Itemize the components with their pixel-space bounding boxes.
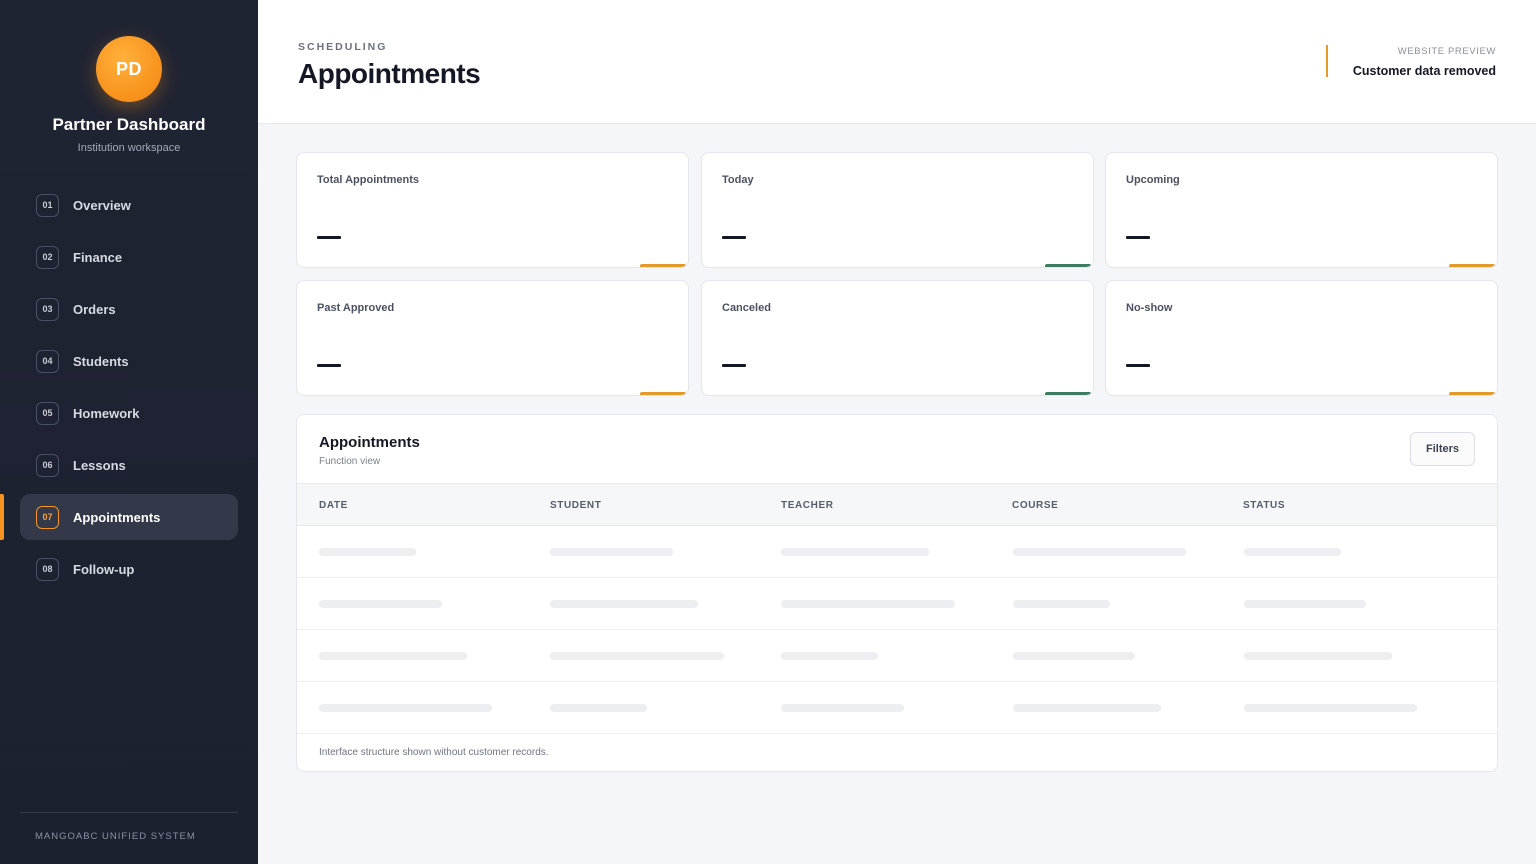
sidebar-item-lessons[interactable]: 06 Lessons: [20, 442, 238, 488]
sidebar-item-orders[interactable]: 03 Orders: [20, 286, 238, 332]
column-header-status[interactable]: STATUS: [1243, 500, 1285, 511]
skeleton-cell: [1244, 548, 1341, 556]
filters-button[interactable]: Filters: [1410, 432, 1475, 466]
sidebar: PD Partner Dashboard Institution workspa…: [0, 0, 258, 864]
skeleton-cell: [781, 704, 904, 712]
skeleton-cell: [319, 600, 442, 608]
sidebar-item-label: Orders: [73, 301, 116, 317]
skeleton-cell: [319, 548, 416, 556]
stat-label: No-show: [1126, 302, 1173, 314]
table-row: [297, 526, 1497, 578]
skeleton-cell: [319, 652, 467, 660]
skeleton-cell: [550, 652, 724, 660]
sidebar-item-number: 01: [36, 193, 59, 217]
table-row: [297, 682, 1497, 734]
sidebar-item-homework[interactable]: 05 Homework: [20, 390, 238, 436]
stat-card-canceled: Canceled: [701, 280, 1094, 396]
sidebar-item-number: 06: [36, 453, 59, 477]
stat-value-placeholder: [1126, 364, 1150, 367]
stat-value-placeholder: [1126, 236, 1150, 239]
skeleton-cell: [781, 548, 929, 556]
sidebar-item-label: Appointments: [73, 509, 161, 525]
stat-label: Past Approved: [317, 302, 395, 314]
sidebar-item-number: 08: [36, 557, 59, 581]
sidebar-item-number: 07: [36, 505, 59, 529]
appointments-table-card: Appointments Function view Filters DATE …: [296, 414, 1498, 772]
table-header: DATE STUDENT TEACHER COURSE STATUS: [297, 483, 1497, 526]
skeleton-cell: [319, 704, 492, 712]
sidebar-item-label: Follow-up: [73, 561, 135, 577]
preview-divider: [1326, 45, 1328, 77]
stat-label: Total Appointments: [317, 174, 420, 186]
column-header-student[interactable]: STUDENT: [550, 500, 601, 511]
stat-card-total-appointments: Total Appointments: [296, 152, 689, 268]
sidebar-divider: [20, 812, 238, 813]
skeleton-cell: [1013, 600, 1110, 608]
stat-value-placeholder: [722, 236, 746, 239]
stat-label: Canceled: [722, 302, 771, 314]
stat-label: Today: [722, 174, 754, 186]
table-row: [297, 578, 1497, 630]
sidebar-item-follow-up[interactable]: 08 Follow-up: [20, 546, 238, 592]
sidebar-nav: 01 Overview 02 Finance 03 Orders 04 Stud…: [0, 182, 238, 598]
table-footer-note: Interface structure shown without custom…: [319, 747, 549, 758]
skeleton-cell: [781, 600, 955, 608]
sidebar-item-overview[interactable]: 01 Overview: [20, 182, 238, 228]
sidebar-item-label: Overview: [73, 197, 131, 213]
stat-card-no-show: No-show: [1105, 280, 1498, 396]
skeleton-cell: [1244, 704, 1417, 712]
table-subtitle: Function view: [319, 456, 381, 467]
preview-label: WEBSITE PREVIEW: [1397, 46, 1496, 57]
stat-accent: [1449, 264, 1495, 267]
sidebar-item-number: 04: [36, 349, 59, 373]
section-eyebrow: SCHEDULING: [298, 41, 388, 53]
skeleton-cell: [550, 548, 673, 556]
stat-card-today: Today: [701, 152, 1094, 268]
sidebar-item-number: 03: [36, 297, 59, 321]
stat-card-upcoming: Upcoming: [1105, 152, 1498, 268]
sidebar-footer: MANGOABC UNIFIED SYSTEM: [35, 831, 196, 842]
skeleton-cell: [781, 652, 878, 660]
stat-value-placeholder: [317, 236, 341, 239]
brand-title: Partner Dashboard: [52, 115, 206, 134]
preview-value: Customer data removed: [1352, 64, 1496, 78]
table-row: [297, 630, 1497, 682]
skeleton-cell: [1013, 652, 1135, 660]
column-header-course[interactable]: COURSE: [1012, 500, 1058, 511]
page-title: Appointments: [298, 58, 481, 89]
stat-card-past-approved: Past Approved: [296, 280, 689, 396]
sidebar-item-finance[interactable]: 02 Finance: [20, 234, 238, 280]
stat-accent: [640, 264, 686, 267]
sidebar-item-label: Homework: [73, 405, 140, 421]
skeleton-cell: [1244, 652, 1392, 660]
skeleton-cell: [1244, 600, 1366, 608]
stat-accent: [1045, 392, 1091, 395]
website-preview-badge: WEBSITE PREVIEW Customer data removed: [1353, 46, 1496, 78]
page-header: SCHEDULING Appointments WEBSITE PREVIEW …: [258, 0, 1536, 124]
stat-accent: [1045, 264, 1091, 267]
skeleton-cell: [550, 704, 647, 712]
active-indicator: [0, 494, 4, 540]
sidebar-item-label: Finance: [73, 249, 123, 265]
column-header-date[interactable]: DATE: [319, 500, 348, 511]
table-title: Appointments: [319, 434, 420, 451]
sidebar-item-label: Lessons: [73, 457, 126, 473]
stat-accent: [1449, 392, 1495, 395]
avatar: PD: [96, 36, 162, 102]
sidebar-item-number: 05: [36, 401, 59, 425]
sidebar-item-students[interactable]: 04 Students: [20, 338, 238, 384]
sidebar-item-appointments[interactable]: 07 Appointments: [0, 494, 238, 540]
stat-value-placeholder: [722, 364, 746, 367]
skeleton-cell: [1013, 704, 1161, 712]
skeleton-cell: [1013, 548, 1186, 556]
skeleton-cell: [550, 600, 698, 608]
stat-value-placeholder: [317, 364, 341, 367]
brand-subtitle: Institution workspace: [77, 142, 181, 154]
stat-accent: [640, 392, 686, 395]
sidebar-item-label: Students: [73, 353, 129, 369]
column-header-teacher[interactable]: TEACHER: [781, 500, 834, 511]
stat-label: Upcoming: [1126, 174, 1180, 186]
sidebar-item-number: 02: [36, 245, 59, 269]
